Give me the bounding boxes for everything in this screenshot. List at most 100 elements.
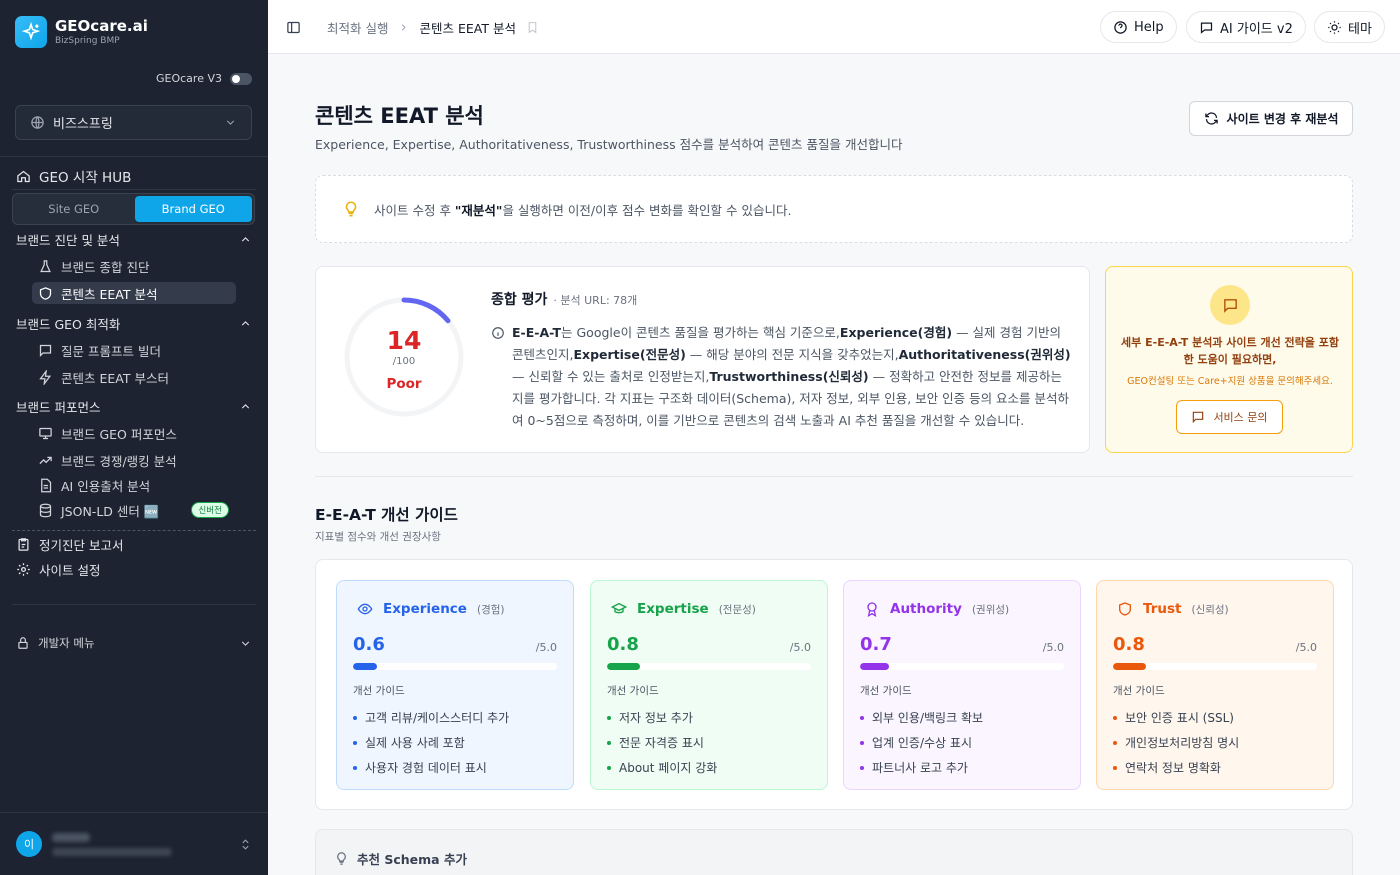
version-toggle[interactable] <box>230 72 252 85</box>
shield-icon <box>1119 602 1131 616</box>
page-subtitle: Experience, Expertise, Authoritativeness… <box>315 137 903 152</box>
experience-card: Experience (경험) 0.6 /5.0 개선 가이드 고객 리뷰/케이… <box>336 580 574 790</box>
metric-value: 0.6 <box>353 634 385 655</box>
guide-section-label: 개선 가이드 <box>1113 685 1165 697</box>
sidebar-item-label: 브랜드 GEO 퍼포먼스 <box>61 426 177 442</box>
schema-header: 추천 Schema 추가 <box>334 849 467 868</box>
list-item: 저자 정보 추가 <box>607 705 717 730</box>
score-grade: Poor <box>386 376 422 392</box>
sidebar-item-eeat-analysis[interactable]: 콘텐츠 EEAT 분석 <box>32 282 236 304</box>
metric-name: Expertise <box>637 601 709 617</box>
tip-text: 사이트 수정 후 "재분석"을 실행하면 이전/이후 점수 변화를 확인할 수 … <box>374 202 792 218</box>
topbar: 최적화 실행 콘텐츠 EEAT 분석 Help AI 가이드 v2 테마 <box>268 0 1400 54</box>
metric-name: Trust <box>1143 601 1182 617</box>
experience-header: Experience (경험) <box>357 601 504 617</box>
reanalyze-label: 사이트 변경 후 재분석 <box>1226 112 1339 126</box>
user-menu[interactable]: 이 <box>0 812 268 875</box>
sidebar-item-label: 브랜드 종합 진단 <box>61 259 150 275</box>
monitor-icon <box>39 427 52 439</box>
brand[interactable]: GEOcare.ai BizSpring BMP <box>15 16 148 48</box>
version-label: GEOcare V3 <box>156 72 222 85</box>
guide-list: 저자 정보 추가 전문 자격증 표시 About 페이지 강화 <box>607 705 717 780</box>
sidebar-item-eeat-booster[interactable]: 콘텐츠 EEAT 부스터 <box>38 366 169 388</box>
list-item: 업계 인증/수상 표시 <box>860 730 983 755</box>
site-geo-tab[interactable]: Site GEO <box>15 196 133 222</box>
score-description-text: E-E-A-T는 Google이 콘텐츠 품질을 평가하는 핵심 기준으로,Ex… <box>512 325 1071 428</box>
ai-guide-button[interactable]: AI 가이드 v2 <box>1186 11 1306 43</box>
ai-guide-label: AI 가이드 v2 <box>1220 21 1293 37</box>
trust-card: Trust (신뢰성) 0.8 /5.0 개선 가이드 보안 인증 표시 (SS… <box>1096 580 1334 790</box>
score-value: 14 <box>386 326 422 355</box>
brand-name: GEOcare.ai <box>55 17 148 35</box>
breadcrumb-parent[interactable]: 최적화 실행 <box>327 18 388 37</box>
expertise-header: Expertise (전문성) <box>611 601 756 617</box>
metric-value: 0.7 <box>860 634 892 655</box>
score-max: /100 <box>392 356 416 367</box>
sidebar-item-report[interactable]: 정기진단 보고서 <box>16 533 123 555</box>
metric-name: Authority <box>890 601 962 617</box>
sidebar-item-label: 브랜드 경쟁/랭킹 분석 <box>61 453 177 469</box>
metric-progress-bar <box>860 663 1064 670</box>
group-brand-optimization[interactable]: 브랜드 GEO 최적화 <box>16 314 252 332</box>
score-header: 종합 평가 · 분석 URL: 78개 <box>491 289 637 309</box>
sidebar-item-label: 질문 프롬프트 빌더 <box>61 343 161 359</box>
sidebar-divider <box>12 530 256 531</box>
sidebar-item-jsonld[interactable]: JSON-LD 센터 🆕 신버전 <box>38 499 229 521</box>
sidebar-item-ai-citation[interactable]: AI 인용출처 분석 <box>38 474 150 496</box>
sidebar-item-settings[interactable]: 사이트 설정 <box>16 558 100 580</box>
list-item: 개인정보처리방침 명시 <box>1113 730 1239 755</box>
developer-menu[interactable]: 개발자 메뉴 <box>16 635 252 651</box>
gear-icon <box>17 562 30 576</box>
chevron-up-icon <box>241 236 250 242</box>
service-inquiry-button[interactable]: 서비스 문의 <box>1176 400 1283 434</box>
section-divider <box>315 476 1353 477</box>
group-brand-performance[interactable]: 브랜드 퍼포먼스 <box>16 397 252 415</box>
authority-header: Authority (권위성) <box>864 601 1009 617</box>
sidebar-item-geo-performance[interactable]: 브랜드 GEO 퍼포먼스 <box>38 422 177 444</box>
brand-sub: BizSpring BMP <box>55 36 120 46</box>
list-item: 실제 사용 사례 포함 <box>353 730 509 755</box>
refresh-icon <box>1204 112 1218 125</box>
sun-icon <box>1328 20 1341 34</box>
sidebar-item-prompt-builder[interactable]: 질문 프롬프트 빌더 <box>38 339 161 361</box>
sidebar-item-label: 정기진단 보고서 <box>39 537 124 553</box>
list-item: 전문 자격증 표시 <box>607 730 717 755</box>
group-brand-diagnosis[interactable]: 브랜드 진단 및 분석 <box>16 230 252 248</box>
sidebar-toggle-icon[interactable] <box>286 20 301 35</box>
recommended-schema-panel[interactable]: 추천 Schema 추가 <box>315 829 1353 875</box>
sidebar-item-ranking[interactable]: 브랜드 경쟁/랭킹 분석 <box>38 449 177 471</box>
sidebar-item-label: 콘텐츠 EEAT 분석 <box>61 286 158 302</box>
consulting-subtitle: GEO컨설팅 또는 Care+지원 상품을 문의해주세요. <box>1127 376 1333 387</box>
guide-list: 보안 인증 표시 (SSL) 개인정보처리방침 명시 연락처 정보 명확화 <box>1113 705 1239 780</box>
list-item: About 페이지 강화 <box>607 755 717 780</box>
metric-value: 0.8 <box>607 634 639 655</box>
guide-section-label: 개선 가이드 <box>353 685 405 697</box>
guide-subtitle: 지표별 점수와 개선 권장사항 <box>315 531 441 543</box>
guide-title: E-E-A-T 개선 가이드 <box>315 506 458 524</box>
metric-name: Experience <box>383 601 467 617</box>
score-title: 종합 평가 <box>491 292 548 308</box>
info-icon <box>492 327 504 339</box>
brand-geo-tab[interactable]: Brand GEO <box>134 196 252 222</box>
chevron-down-icon <box>241 640 250 646</box>
user-info-redacted <box>52 832 229 856</box>
score-meta: · 분석 URL: 78개 <box>553 294 638 307</box>
chevron-down-icon <box>226 120 235 125</box>
chevron-up-icon <box>241 403 250 409</box>
sparkle-logo-icon <box>15 16 47 48</box>
bot-message-icon <box>1200 22 1213 34</box>
help-circle-icon <box>1114 20 1127 34</box>
guide-list: 고객 리뷰/케이스스터디 추가 실제 사용 사례 포함 사용자 경험 데이터 표… <box>353 705 509 780</box>
sidebar-item-brand-diagnosis[interactable]: 브랜드 종합 진단 <box>38 255 149 277</box>
lightbulb-icon <box>337 852 346 865</box>
reanalyze-button[interactable]: 사이트 변경 후 재분석 <box>1189 101 1353 136</box>
sidebar-item-hub[interactable]: GEO 시작 HUB <box>16 165 131 187</box>
theme-button[interactable]: 테마 <box>1314 11 1385 43</box>
guide-list: 외부 인용/백링크 확보 업계 인증/수상 표시 파트너사 로고 추가 <box>860 705 983 780</box>
metric-name-ko: (권위성) <box>971 603 1010 616</box>
org-select[interactable]: 비즈스프링 <box>15 105 252 140</box>
bookmark-icon[interactable] <box>526 21 539 34</box>
message-square-icon <box>39 344 52 357</box>
database-icon <box>39 503 52 517</box>
help-button[interactable]: Help <box>1100 11 1177 43</box>
